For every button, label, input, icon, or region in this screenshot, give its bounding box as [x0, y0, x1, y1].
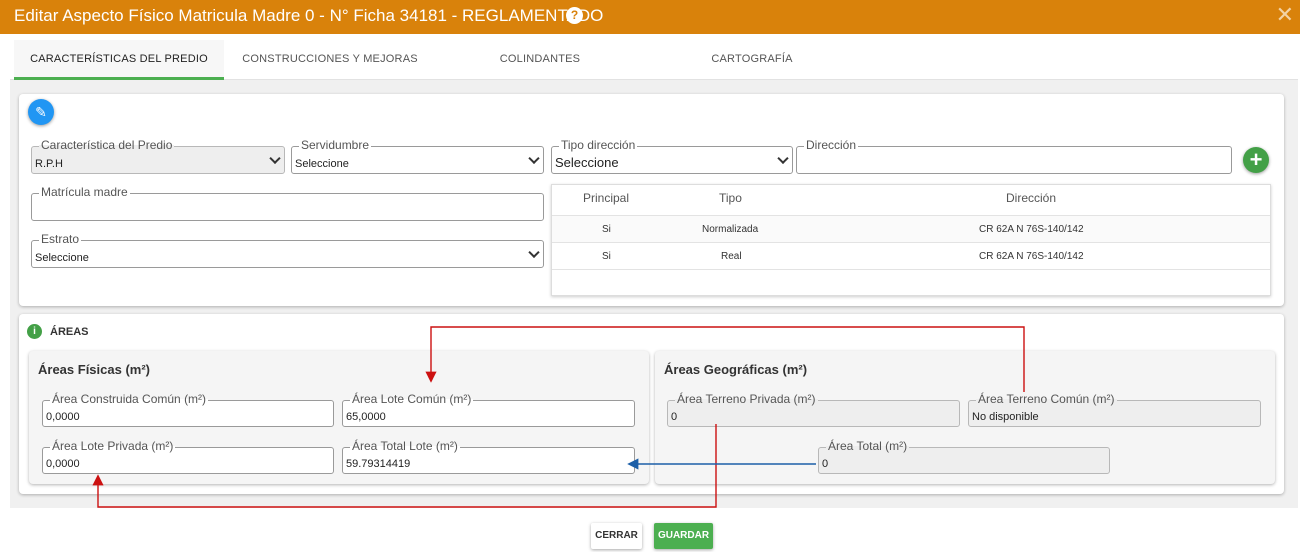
chevron-down-icon: [777, 152, 789, 165]
edit-pencil-icon[interactable]: ✎: [28, 99, 54, 125]
estrato-label: Estrato: [39, 232, 82, 246]
area-lote-comun-value: 65,0000: [346, 411, 386, 423]
areas-card: i ÁREAS Áreas Físicas (m²) Área Construi…: [19, 314, 1284, 494]
area-lote-privada-value: 0,0000: [46, 458, 80, 470]
areas-geograficas-panel: Áreas Geográficas (m²) Área Terreno Priv…: [655, 351, 1275, 484]
dialog-body: CARACTERÍSTICAS DEL PREDIO CONSTRUCCIONE…: [10, 40, 1298, 508]
table-header-row: Principal Tipo Dirección: [552, 185, 1270, 212]
area-construida-comun-label: Área Construida Común (m²): [50, 392, 209, 406]
area-total-lote-label: Área Total Lote (m²): [350, 439, 460, 453]
guardar-button[interactable]: GUARDAR: [654, 523, 713, 549]
cell-principal: Si: [602, 251, 611, 262]
cerrar-button[interactable]: CERRAR: [591, 523, 642, 549]
table-row[interactable]: Si Real CR 62A N 76S-140/142: [552, 242, 1270, 269]
area-terreno-comun-label: Área Terreno Común (m²): [976, 392, 1117, 406]
matricula-madre-label: Matrícula madre: [39, 185, 130, 199]
estrato-value: Seleccione: [35, 252, 89, 264]
caracteristica-predio-value: R.P.H: [35, 158, 63, 170]
tab-colindantes[interactable]: COLINDANTES: [440, 40, 640, 80]
cell-principal: Si: [602, 224, 611, 235]
dialog-title: Editar Aspecto Físico Matricula Madre 0 …: [14, 6, 604, 25]
area-terreno-privada-input: Área Terreno Privada (m²) 0: [667, 392, 960, 427]
estrato-select[interactable]: Estrato Seleccione: [31, 232, 544, 268]
cell-tipo: Real: [721, 251, 742, 262]
dialog-header: Editar Aspecto Físico Matricula Madre 0 …: [0, 0, 1300, 34]
direccion-label: Dirección: [804, 138, 859, 152]
servidumbre-label: Servidumbre: [299, 138, 372, 152]
area-terreno-privada-label: Área Terreno Privada (m²): [675, 392, 818, 406]
area-lote-comun-label: Área Lote Común (m²): [350, 392, 474, 406]
areas-geograficas-title: Áreas Geográficas (m²): [664, 362, 808, 377]
info-icon: i: [27, 324, 42, 339]
table-row[interactable]: Si Normalizada CR 62A N 76S-140/142: [552, 215, 1270, 242]
area-total-geografica-input: Área Total (m²) 0: [818, 439, 1110, 474]
direcciones-table: Principal Tipo Dirección Si Normalizada …: [551, 184, 1271, 296]
area-construida-comun-value: 0,0000: [46, 411, 80, 423]
predio-card: ✎ Característica del Predio R.P.H Servid…: [19, 94, 1284, 306]
areas-fisicas-title: Áreas Físicas (m²): [38, 362, 150, 377]
tipo-direccion-select[interactable]: Tipo dirección Seleccione: [551, 138, 793, 174]
tab-construcciones[interactable]: CONSTRUCCIONES Y MEJORAS: [230, 40, 430, 80]
help-icon[interactable]: ?: [566, 7, 583, 24]
area-construida-comun-input[interactable]: Área Construida Común (m²) 0,0000: [42, 392, 334, 427]
servidumbre-select[interactable]: Servidumbre Seleccione: [291, 138, 544, 174]
area-total-geografica-value: 0: [822, 458, 829, 470]
column-header-direccion: Dirección: [1006, 191, 1057, 205]
area-lote-privada-input[interactable]: Área Lote Privada (m²) 0,0000: [42, 439, 334, 474]
tipo-direccion-label: Tipo dirección: [559, 138, 638, 152]
cell-direccion: CR 62A N 76S-140/142: [979, 251, 1084, 262]
area-total-lote-value: 59.79314419: [346, 458, 411, 470]
areas-section-title: ÁREAS: [50, 326, 89, 338]
area-lote-comun-input[interactable]: Área Lote Común (m²) 65,0000: [342, 392, 635, 427]
areas-fisicas-panel: Áreas Físicas (m²) Área Construida Común…: [29, 351, 649, 484]
caracteristica-predio-label: Característica del Predio: [39, 138, 175, 152]
add-direccion-button[interactable]: +: [1243, 147, 1269, 173]
cell-direccion: CR 62A N 76S-140/142: [979, 224, 1084, 235]
tab-caracteristicas[interactable]: CARACTERÍSTICAS DEL PREDIO: [14, 40, 224, 80]
caracteristica-predio-select[interactable]: Característica del Predio R.P.H: [31, 138, 285, 174]
area-lote-privada-label: Área Lote Privada (m²): [50, 439, 176, 453]
matricula-madre-input[interactable]: Matrícula madre: [31, 185, 544, 221]
column-header-tipo: Tipo: [719, 191, 742, 205]
area-total-lote-input[interactable]: Área Total Lote (m²) 59.79314419: [342, 439, 635, 474]
area-terreno-comun-input: Área Terreno Común (m²) No disponible: [968, 392, 1261, 427]
table-empty-row: [552, 269, 1270, 297]
column-header-principal: Principal: [583, 191, 630, 205]
tab-cartografia[interactable]: CARTOGRAFÍA: [652, 40, 852, 80]
servidumbre-value: Seleccione: [295, 158, 349, 170]
area-total-geografica-label: Área Total (m²): [826, 439, 910, 453]
area-terreno-comun-value: No disponible: [972, 411, 1039, 423]
cell-tipo: Normalizada: [702, 224, 759, 235]
tipo-direccion-value: Seleccione: [555, 155, 619, 170]
area-terreno-privada-value: 0: [671, 411, 678, 423]
chevron-down-icon: [269, 152, 281, 165]
tab-bar: CARACTERÍSTICAS DEL PREDIO CONSTRUCCIONE…: [10, 40, 1298, 80]
direccion-input[interactable]: Dirección: [796, 138, 1232, 174]
close-icon[interactable]: ✕: [1276, 3, 1294, 27]
chevron-down-icon: [528, 246, 540, 259]
chevron-down-icon: [528, 152, 540, 165]
